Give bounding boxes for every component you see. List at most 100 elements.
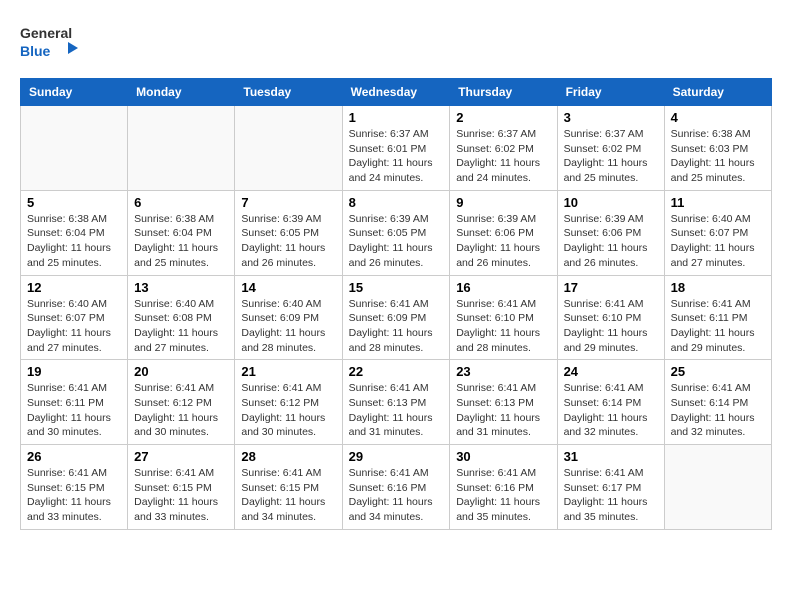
day-info: Sunrise: 6:38 AM Sunset: 6:04 PM Dayligh… [134,212,228,271]
day-cell [128,106,235,191]
day-info: Sunrise: 6:41 AM Sunset: 6:16 PM Dayligh… [456,466,550,525]
day-number: 12 [27,280,121,295]
day-info: Sunrise: 6:37 AM Sunset: 6:01 PM Dayligh… [349,127,444,186]
week-row-2: 5 Sunrise: 6:38 AM Sunset: 6:04 PM Daylig… [21,190,772,275]
day-number: 22 [349,364,444,379]
svg-text:General: General [20,25,72,41]
day-info: Sunrise: 6:37 AM Sunset: 6:02 PM Dayligh… [564,127,658,186]
day-cell: 4 Sunrise: 6:38 AM Sunset: 6:03 PM Daylig… [664,106,771,191]
svg-text:Blue: Blue [20,43,51,59]
day-cell: 25 Sunrise: 6:41 AM Sunset: 6:14 PM Dayli… [664,360,771,445]
day-cell: 5 Sunrise: 6:38 AM Sunset: 6:04 PM Daylig… [21,190,128,275]
day-number: 11 [671,195,765,210]
day-cell [235,106,342,191]
day-number: 1 [349,110,444,125]
day-info: Sunrise: 6:41 AM Sunset: 6:11 PM Dayligh… [671,297,765,356]
day-info: Sunrise: 6:41 AM Sunset: 6:10 PM Dayligh… [456,297,550,356]
day-info: Sunrise: 6:39 AM Sunset: 6:05 PM Dayligh… [349,212,444,271]
day-cell: 16 Sunrise: 6:41 AM Sunset: 6:10 PM Dayli… [450,275,557,360]
day-number: 28 [241,449,335,464]
weekday-header-tuesday: Tuesday [235,79,342,106]
logo-icon: General Blue [20,20,80,62]
day-number: 24 [564,364,658,379]
day-number: 2 [456,110,550,125]
day-number: 3 [564,110,658,125]
day-info: Sunrise: 6:41 AM Sunset: 6:09 PM Dayligh… [349,297,444,356]
day-cell: 31Sunrise: 6:41 AM Sunset: 6:17 PM Dayli… [557,445,664,530]
day-cell: 30 Sunrise: 6:41 AM Sunset: 6:16 PM Dayli… [450,445,557,530]
day-cell: 14 Sunrise: 6:40 AM Sunset: 6:09 PM Dayli… [235,275,342,360]
day-number: 16 [456,280,550,295]
day-info: Sunrise: 6:41 AM Sunset: 6:14 PM Dayligh… [671,381,765,440]
day-info: Sunrise: 6:40 AM Sunset: 6:07 PM Dayligh… [671,212,765,271]
day-number: 10 [564,195,658,210]
day-cell: 10 Sunrise: 6:39 AM Sunset: 6:06 PM Dayli… [557,190,664,275]
day-number: 7 [241,195,335,210]
day-cell: 9 Sunrise: 6:39 AM Sunset: 6:06 PM Daylig… [450,190,557,275]
day-number: 6 [134,195,228,210]
header: General Blue [20,20,772,62]
day-info: Sunrise: 6:41 AM Sunset: 6:10 PM Dayligh… [564,297,658,356]
day-cell: 17 Sunrise: 6:41 AM Sunset: 6:10 PM Dayli… [557,275,664,360]
day-cell: 21 Sunrise: 6:41 AM Sunset: 6:12 PM Dayli… [235,360,342,445]
day-cell: 11 Sunrise: 6:40 AM Sunset: 6:07 PM Dayli… [664,190,771,275]
calendar: SundayMondayTuesdayWednesdayThursdayFrid… [20,78,772,530]
day-info: Sunrise: 6:40 AM Sunset: 6:08 PM Dayligh… [134,297,228,356]
weekday-header-thursday: Thursday [450,79,557,106]
day-cell: 22Sunrise: 6:41 AM Sunset: 6:13 PM Dayli… [342,360,450,445]
day-info: Sunrise: 6:39 AM Sunset: 6:05 PM Dayligh… [241,212,335,271]
day-cell: 2 Sunrise: 6:37 AM Sunset: 6:02 PM Daylig… [450,106,557,191]
day-cell: 28 Sunrise: 6:41 AM Sunset: 6:15 PM Dayli… [235,445,342,530]
day-number: 25 [671,364,765,379]
day-info: Sunrise: 6:41 AM Sunset: 6:15 PM Dayligh… [27,466,121,525]
day-number: 20 [134,364,228,379]
day-number: 19 [27,364,121,379]
day-info: Sunrise: 6:40 AM Sunset: 6:07 PM Dayligh… [27,297,121,356]
day-info: Sunrise: 6:41 AM Sunset: 6:14 PM Dayligh… [564,381,658,440]
day-cell: 20 Sunrise: 6:41 AM Sunset: 6:12 PM Dayli… [128,360,235,445]
day-info: Sunrise: 6:39 AM Sunset: 6:06 PM Dayligh… [564,212,658,271]
week-row-4: 19 Sunrise: 6:41 AM Sunset: 6:11 PM Dayli… [21,360,772,445]
day-info: Sunrise: 6:41 AM Sunset: 6:12 PM Dayligh… [134,381,228,440]
day-info: Sunrise: 6:37 AM Sunset: 6:02 PM Dayligh… [456,127,550,186]
week-row-3: 12 Sunrise: 6:40 AM Sunset: 6:07 PM Dayli… [21,275,772,360]
day-info: Sunrise: 6:39 AM Sunset: 6:06 PM Dayligh… [456,212,550,271]
day-cell: 15 Sunrise: 6:41 AM Sunset: 6:09 PM Dayli… [342,275,450,360]
day-cell: 29 Sunrise: 6:41 AM Sunset: 6:16 PM Dayli… [342,445,450,530]
day-number: 15 [349,280,444,295]
weekday-header-monday: Monday [128,79,235,106]
day-info: Sunrise: 6:38 AM Sunset: 6:03 PM Dayligh… [671,127,765,186]
day-number: 9 [456,195,550,210]
logo: General Blue [20,20,80,62]
weekday-header-sunday: Sunday [21,79,128,106]
day-number: 23 [456,364,550,379]
day-info: Sunrise: 6:41 AM Sunset: 6:11 PM Dayligh… [27,381,121,440]
day-number: 14 [241,280,335,295]
day-number: 29 [349,449,444,464]
day-info: Sunrise: 6:41 AM Sunset: 6:16 PM Dayligh… [349,466,444,525]
day-cell: 19 Sunrise: 6:41 AM Sunset: 6:11 PM Dayli… [21,360,128,445]
day-number: 18 [671,280,765,295]
day-cell: 1 Sunrise: 6:37 AM Sunset: 6:01 PM Daylig… [342,106,450,191]
weekday-header-friday: Friday [557,79,664,106]
day-number: 21 [241,364,335,379]
week-row-1: 1 Sunrise: 6:37 AM Sunset: 6:01 PM Daylig… [21,106,772,191]
day-number: 4 [671,110,765,125]
week-row-5: 26Sunrise: 6:41 AM Sunset: 6:15 PM Dayli… [21,445,772,530]
day-cell: 13Sunrise: 6:40 AM Sunset: 6:08 PM Dayli… [128,275,235,360]
day-number: 27 [134,449,228,464]
day-info: Sunrise: 6:41 AM Sunset: 6:15 PM Dayligh… [241,466,335,525]
day-cell: 18 Sunrise: 6:41 AM Sunset: 6:11 PM Dayli… [664,275,771,360]
day-cell: 26Sunrise: 6:41 AM Sunset: 6:15 PM Dayli… [21,445,128,530]
day-info: Sunrise: 6:38 AM Sunset: 6:04 PM Dayligh… [27,212,121,271]
day-cell [664,445,771,530]
day-info: Sunrise: 6:41 AM Sunset: 6:15 PM Dayligh… [134,466,228,525]
day-number: 17 [564,280,658,295]
weekday-header-row: SundayMondayTuesdayWednesdayThursdayFrid… [21,79,772,106]
day-info: Sunrise: 6:40 AM Sunset: 6:09 PM Dayligh… [241,297,335,356]
day-info: Sunrise: 6:41 AM Sunset: 6:12 PM Dayligh… [241,381,335,440]
day-info: Sunrise: 6:41 AM Sunset: 6:13 PM Dayligh… [456,381,550,440]
day-number: 5 [27,195,121,210]
day-number: 30 [456,449,550,464]
weekday-header-wednesday: Wednesday [342,79,450,106]
